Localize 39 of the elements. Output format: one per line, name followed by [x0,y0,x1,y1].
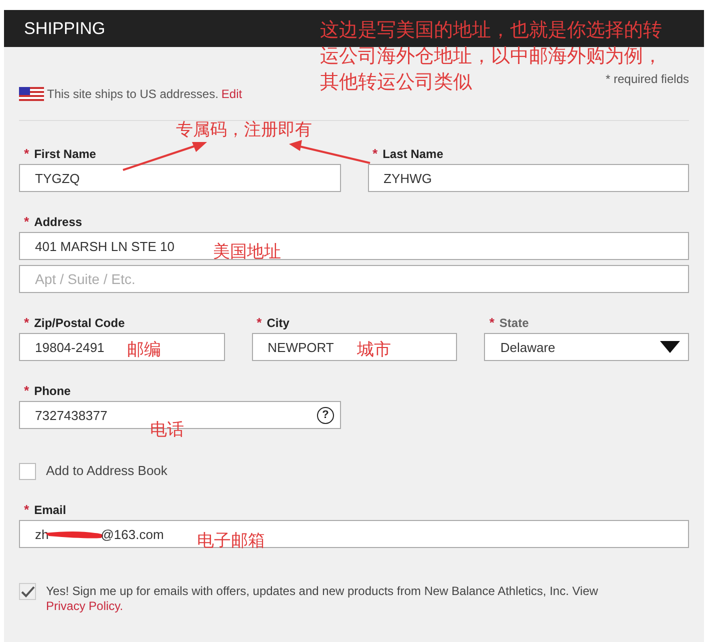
required-mark: * [24,146,30,161]
flag-icon [19,87,44,101]
required-mark: * [24,502,30,517]
annotation-text: 其他转运公司类似 [320,70,472,95]
edit-link[interactable]: Edit [221,87,242,101]
name-field[interactable]: TYGZQ [19,164,340,192]
field-label: Phone [34,384,71,398]
field-label: Zip/Postal Code [34,316,125,330]
annotation-text: 这边是写美国的地址，也就是你选择的转 [320,18,662,43]
privacy-policy-link[interactable]: Privacy Policy. [46,599,124,613]
field-label: Email [34,502,66,516]
caret-icon [660,341,680,353]
annotation-text: 专属码，注册即有 [176,119,312,141]
shipping-note: This site ships to US addresses. [47,87,218,101]
annotation-text: 邮编 [127,339,161,361]
required-mark: * [489,315,494,330]
help-icon[interactable]: ? [317,406,334,424]
field-label: City [266,316,290,330]
required-mark: * [256,315,262,330]
field-label: First Name [34,146,96,160]
required-mark: * [372,146,378,161]
annotation-text: 运公司海外仓地址，以中邮海外购为例， [320,44,662,69]
required-mark: * [24,315,30,330]
checkbox-label: Add to Address Book [46,463,168,478]
name-field[interactable]: ZYHWG [368,164,689,192]
annotation-text: 城市 [357,339,391,361]
annotation-text: 美国地址 [213,241,281,263]
required-note: * required fields [606,72,689,86]
state-dropdown[interactable]: Delaware [484,333,690,361]
field-label: Address [34,214,82,228]
required-mark: * [24,383,30,398]
field-label: State [499,316,529,330]
address-line2-field[interactable]: Apt / Suite / Etc. [19,265,689,293]
field-label: Last Name [382,146,444,160]
required-mark: * [24,214,30,229]
checkbox[interactable] [19,583,36,600]
checkbox[interactable] [19,463,36,480]
consent-text: Yes! Sign me up for emails with offers, updates and new products from New Balance Athletics, Inc. View Privacy Policy. [46,583,600,614]
section-title: SHIPPING [24,18,106,38]
